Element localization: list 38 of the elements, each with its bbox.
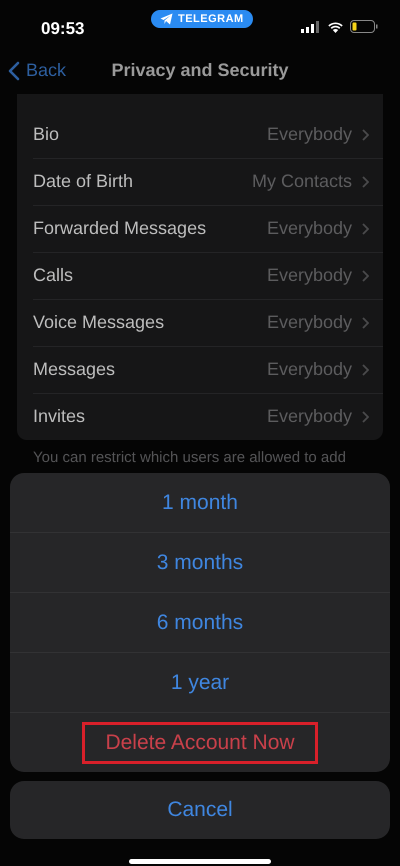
- app-pill[interactable]: TELEGRAM: [151, 10, 253, 28]
- chevron-right-icon: [362, 128, 369, 140]
- setting-value: Everybody: [266, 265, 352, 286]
- setting-label[interactable]: Date of Birth: [33, 171, 252, 192]
- sheet-option[interactable]: 1 year: [156, 664, 244, 700]
- setting-value: Everybody: [266, 218, 352, 239]
- back-button[interactable]: Back: [8, 60, 66, 81]
- battery-icon: [350, 20, 378, 33]
- chevron-left-icon: [8, 60, 20, 80]
- chevron-right-icon: [362, 410, 369, 422]
- setting-label[interactable]: Bio: [33, 124, 267, 145]
- chevron-right-icon: [362, 222, 369, 234]
- sheet-option[interactable]: 6 months: [142, 604, 258, 640]
- footer-note: You can restrict which users are allowed to add: [32, 448, 347, 468]
- screen-title: Privacy and Security: [111, 60, 289, 80]
- setting-label[interactable]: Voice Messages: [33, 312, 267, 333]
- chevron-right-icon: [362, 364, 369, 376]
- setting-label[interactable]: Messages: [33, 359, 267, 380]
- sheet-option[interactable]: Delete Account Now: [82, 722, 318, 764]
- setting-label[interactable]: Calls: [33, 265, 267, 286]
- setting-label[interactable]: Forwarded Messages: [33, 218, 267, 239]
- chevron-right-icon: [362, 176, 369, 188]
- setting-value: Everybody: [266, 406, 352, 427]
- setting-value: My Contacts: [252, 171, 352, 192]
- wifi-icon: [327, 20, 344, 32]
- home-indicator[interactable]: [129, 859, 271, 864]
- cancel-button[interactable]: Cancel: [153, 792, 247, 828]
- paper-plane-icon: [160, 12, 173, 24]
- sheet-option[interactable]: 1 month: [148, 484, 252, 520]
- signal-icon: [301, 20, 321, 32]
- setting-value: Everybody: [266, 312, 352, 333]
- setting-value: Everybody: [266, 359, 352, 380]
- status-time: 09:53: [41, 18, 86, 38]
- chevron-right-icon: [362, 270, 369, 282]
- setting-label[interactable]: Invites: [33, 406, 267, 427]
- sheet-option[interactable]: 3 months: [142, 544, 258, 580]
- setting-value: Everybody: [266, 124, 352, 145]
- chevron-right-icon: [362, 316, 369, 328]
